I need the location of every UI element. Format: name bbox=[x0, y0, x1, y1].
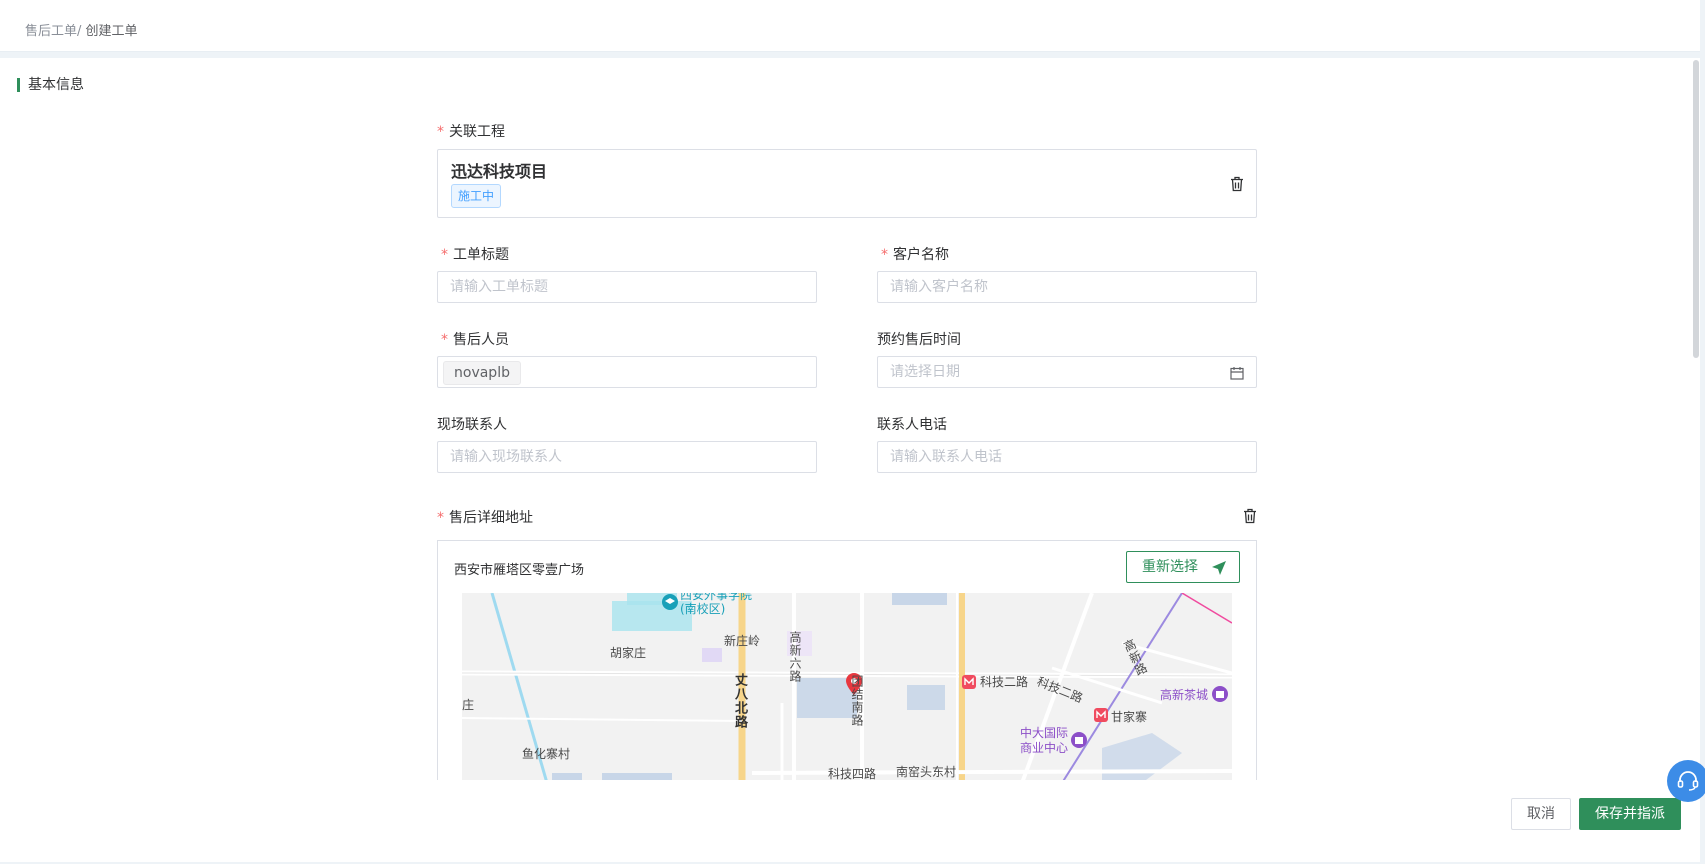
staff-select[interactable]: novaplb bbox=[437, 356, 817, 388]
required-mark: * bbox=[881, 247, 888, 263]
project-card[interactable]: 迅达科技项目 施工中 bbox=[437, 149, 1257, 218]
title-input[interactable]: 请输入工单标题 bbox=[437, 271, 817, 303]
staff-chip[interactable]: novaplb bbox=[443, 361, 521, 385]
map-label-nanyaotou: 南窑头东村 bbox=[896, 765, 957, 779]
map-label-keji2-station: 科技二路 bbox=[980, 675, 1029, 689]
scrollbar-thumb[interactable] bbox=[1693, 60, 1699, 358]
section-title: 基本信息 bbox=[17, 78, 84, 92]
map-label-zhuang: 庄 bbox=[462, 698, 475, 712]
appointment-label: 预约售后时间 bbox=[877, 332, 961, 348]
metro-station-icon bbox=[1094, 708, 1108, 722]
reselect-label: 重新选择 bbox=[1142, 559, 1198, 575]
map-label-keji4: 科技四路 bbox=[828, 767, 877, 780]
metro-station-icon bbox=[962, 675, 976, 689]
contact-input[interactable]: 请输入现场联系人 bbox=[437, 441, 817, 473]
map-label-tuanjie: 团结南路 bbox=[850, 675, 864, 727]
required-mark: * bbox=[441, 247, 448, 263]
school-icon bbox=[662, 594, 678, 610]
status-badge: 施工中 bbox=[451, 184, 502, 208]
customer-input[interactable]: 请输入客户名称 bbox=[877, 271, 1257, 303]
customer-label: * 客户名称 bbox=[881, 247, 949, 263]
phone-input[interactable]: 请输入联系人电话 bbox=[877, 441, 1257, 473]
top-bar: 售后工单/ 创建工单 bbox=[0, 0, 1700, 52]
shopping-icon bbox=[1071, 732, 1087, 748]
support-button[interactable] bbox=[1667, 760, 1705, 802]
map-label-gaoxin-tea: 高新茶城 bbox=[1160, 688, 1209, 702]
map-label-xinzhuangling: 新庄岭 bbox=[724, 634, 761, 648]
phone-label: 联系人电话 bbox=[877, 417, 947, 433]
trash-icon[interactable] bbox=[1230, 176, 1244, 192]
address-panel: 西安市雁塔区零壹广场 重新选择 西安外事学院 (南校区) 新庄岭 胡家庄 高新六… bbox=[437, 540, 1257, 780]
calendar-icon bbox=[1230, 367, 1244, 380]
breadcrumb-current: 创建工单 bbox=[81, 24, 138, 39]
project-label: * 关联工程 bbox=[437, 124, 505, 140]
required-mark: * bbox=[441, 332, 448, 348]
required-mark: * bbox=[437, 510, 444, 526]
map-label-school: 西安外事学院 (南校区) bbox=[680, 593, 753, 616]
headset-icon bbox=[1677, 771, 1699, 791]
address-label: * 售后详细地址 bbox=[437, 510, 533, 526]
shopping-icon bbox=[1212, 686, 1228, 702]
title-label: * 工单标题 bbox=[441, 247, 509, 263]
send-arrow-icon bbox=[1212, 561, 1226, 575]
contact-label: 现场联系人 bbox=[437, 417, 507, 433]
trash-icon[interactable] bbox=[1243, 508, 1257, 524]
map-label-zhangba: 丈八北路 bbox=[732, 673, 747, 729]
staff-label: * 售后人员 bbox=[441, 332, 509, 348]
map-label-gaoxin6: 高新六路 bbox=[788, 631, 802, 683]
cancel-button[interactable]: 取消 bbox=[1511, 798, 1571, 830]
map-label-zhongda: 中大国际 商业中心 bbox=[1020, 726, 1069, 755]
breadcrumb: 售后工单/ 创建工单 bbox=[25, 20, 138, 39]
map-view[interactable]: 西安外事学院 (南校区) 新庄岭 胡家庄 高新六路 丈八北路 团结南路 科技二路… bbox=[462, 593, 1232, 780]
required-mark: * bbox=[437, 124, 444, 140]
map-label-yuhuazhai: 鱼化寨村 bbox=[522, 747, 571, 761]
date-placeholder: 请选择日期 bbox=[890, 364, 960, 380]
project-name: 迅达科技项目 bbox=[451, 162, 548, 181]
save-and-assign-button[interactable]: 保存并指派 bbox=[1579, 798, 1681, 830]
map-label-ganjiazhai: 甘家寨 bbox=[1111, 710, 1148, 724]
address-text: 西安市雁塔区零壹广场 bbox=[454, 563, 585, 578]
date-picker[interactable]: 请选择日期 bbox=[877, 356, 1257, 388]
reselect-button[interactable]: 重新选择 bbox=[1126, 551, 1240, 583]
breadcrumb-parent[interactable]: 售后工单/ bbox=[25, 24, 81, 39]
map-label-hujiazhuang: 胡家庄 bbox=[610, 646, 647, 660]
